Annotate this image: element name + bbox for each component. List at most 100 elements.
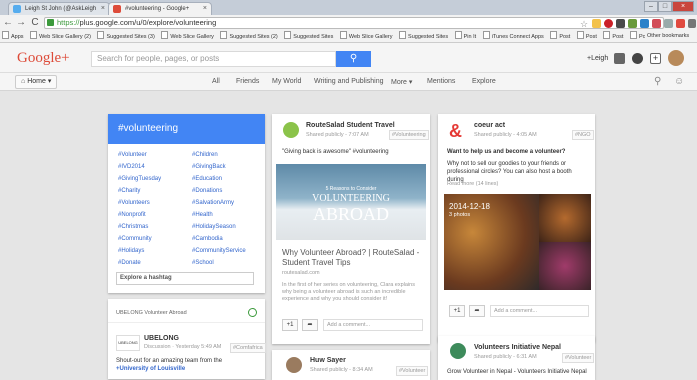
hashtag-link[interactable]: #Health [192, 212, 262, 224]
tab-volunteering[interactable]: #volunteering - Google+ × [108, 2, 212, 15]
post-author[interactable]: UBELONG [144, 335, 179, 342]
hashtag-link[interactable]: #Nonprofit [118, 212, 188, 224]
post-photo[interactable] [539, 194, 591, 242]
user-link[interactable]: +Leigh [587, 55, 608, 62]
bookmark-item[interactable]: Suggested Sites [397, 31, 451, 42]
post-photo[interactable] [539, 242, 591, 290]
bookmark-item[interactable]: Suggested Sites (3) [95, 31, 157, 42]
notifications-icon[interactable] [632, 53, 643, 64]
link-title[interactable]: Why Volunteer Abroad? | RouteSalad - Stu… [282, 248, 422, 268]
bookmark-item[interactable]: Post [575, 31, 600, 42]
plus-one-button[interactable]: +1 [282, 319, 298, 331]
hashtag-link[interactable]: #Donations [192, 188, 262, 200]
community-header[interactable]: UBELONG Volunteer Abroad [116, 310, 187, 316]
hashtag-link[interactable]: #GivingTuesday [118, 176, 188, 188]
plus-one-button[interactable]: +1 [449, 305, 465, 317]
hashtag-link[interactable]: #Christmas [118, 224, 188, 236]
post-author[interactable]: coeur act [474, 122, 505, 129]
pinterest-icon[interactable] [604, 19, 613, 28]
share-plus-icon[interactable]: + [650, 53, 661, 64]
bookmark-item[interactable]: Apps [0, 31, 27, 42]
hashtag-link[interactable]: #School [192, 260, 262, 272]
read-more-link[interactable]: Read more (14 lines) [447, 181, 498, 187]
post-hashtag-badge[interactable]: #NGO [572, 130, 594, 140]
hashtag-link[interactable]: #IVD2014 [118, 164, 188, 176]
bookmark-item[interactable]: Web Slice Gallery [338, 31, 396, 42]
reload-icon[interactable]: C [29, 17, 41, 29]
url-bar[interactable]: https://plus.google.com/u/0/explore/volu… [44, 17, 664, 29]
post-hashtag-badge[interactable]: #Volunteer [396, 366, 429, 376]
post-hashtag-badge[interactable]: #Volunteer [562, 353, 595, 363]
bookmark-item[interactable]: Pin It [453, 31, 480, 42]
hashtag-link[interactable]: #Children [192, 152, 262, 164]
star-icon[interactable]: ☆ [580, 19, 588, 30]
bookmark-item[interactable]: iTunes Connect Apps [481, 31, 547, 42]
bookmark-item[interactable]: Suggested Sites [282, 31, 336, 42]
post-hashtag-badge[interactable]: #Comfafrica [230, 343, 266, 353]
tab-twitter[interactable]: Leigh St John (@AskLeigh × [8, 2, 110, 15]
other-bookmarks[interactable]: Other bookmarks [645, 33, 690, 39]
post-hashtag-badge[interactable]: #Volunteering [389, 130, 429, 140]
post-author[interactable]: Volunteers Initiative Nepal [474, 344, 561, 351]
avatar[interactable] [286, 357, 302, 373]
hashtag-link[interactable]: #Holidays [118, 248, 188, 260]
hashtag-link[interactable]: #SalvationArmy [192, 200, 262, 212]
hashtag-link[interactable]: #Donate [118, 260, 188, 272]
nav-all[interactable]: All [212, 78, 220, 85]
nav-more[interactable]: More ▾ [391, 78, 412, 86]
extension-icon[interactable] [676, 19, 685, 28]
search-input[interactable]: Search for people, pages, or posts [91, 51, 336, 67]
hashtag-link[interactable]: #CommunityService [192, 248, 262, 260]
nav-friends[interactable]: Friends [236, 78, 259, 85]
post-author[interactable]: RouteSalad Student Travel [306, 122, 395, 129]
avatar[interactable] [450, 343, 466, 359]
home-dropdown[interactable]: ⌂ Home ▾ [15, 75, 58, 89]
avatar[interactable] [283, 122, 299, 138]
chat-icon[interactable]: ☺ [674, 76, 684, 87]
menu-icon[interactable] [688, 19, 696, 28]
close-tab-icon[interactable]: × [203, 3, 207, 15]
apps-grid-icon[interactable] [614, 53, 625, 64]
minimize-button[interactable]: – [644, 1, 658, 12]
gplus-logo[interactable]: Google+ [17, 50, 70, 67]
nav-my-world[interactable]: My World [272, 78, 301, 85]
explore-hashtag-input[interactable]: Explore a hashtag [116, 272, 254, 285]
hashtag-link[interactable]: #Community [118, 236, 188, 248]
bookmark-item[interactable]: Web Slice Gallery [159, 31, 217, 42]
close-tab-icon[interactable]: × [101, 3, 105, 15]
hashtag-link[interactable]: #HolidaySeason [192, 224, 262, 236]
bookmark-item[interactable]: Post [548, 31, 573, 42]
close-window-button[interactable]: × [672, 1, 694, 12]
bookmark-item[interactable]: Web Slice Gallery (2) [28, 31, 94, 42]
nav-explore[interactable]: Explore [472, 78, 496, 85]
bookmark-item[interactable]: Post [601, 31, 626, 42]
community-icon[interactable] [248, 308, 257, 317]
avatar[interactable] [668, 50, 684, 66]
forward-icon[interactable]: → [15, 17, 27, 29]
extension-icon[interactable] [616, 19, 625, 28]
back-icon[interactable]: ← [2, 17, 14, 29]
hashtag-link[interactable]: #Volunteer [118, 152, 188, 164]
comment-input[interactable]: Add a comment... [323, 319, 423, 331]
coeur-act-logo[interactable]: & [449, 122, 462, 140]
hashtag-link[interactable]: #GivingBack [192, 164, 262, 176]
search-button[interactable]: ⚲ [336, 51, 371, 67]
hashtag-link[interactable]: #Education [192, 176, 262, 188]
extension-icon[interactable] [592, 19, 601, 28]
hashtag-link[interactable]: #Volunteers [118, 200, 188, 212]
hashtag-link[interactable]: #Cambodia [192, 236, 262, 248]
share-icon[interactable]: ➦ [469, 305, 485, 317]
hashtag-link[interactable]: #Charity [118, 188, 188, 200]
extension-icon[interactable] [628, 19, 637, 28]
filter-icon[interactable]: ⚲ [654, 76, 661, 87]
comment-input[interactable]: Add a comment... [490, 305, 589, 317]
bookmark-item[interactable]: Suggested Sites (2) [218, 31, 280, 42]
post-author[interactable]: Huw Sayer [310, 357, 346, 364]
extension-icon[interactable] [652, 19, 661, 28]
nav-writing[interactable]: Writing and Publishing [314, 78, 384, 85]
extension-icon[interactable] [664, 19, 673, 28]
share-icon[interactable]: ➦ [302, 319, 318, 331]
nav-mentions[interactable]: Mentions [427, 78, 455, 85]
maximize-button[interactable]: □ [658, 1, 672, 12]
extension-icon[interactable] [640, 19, 649, 28]
